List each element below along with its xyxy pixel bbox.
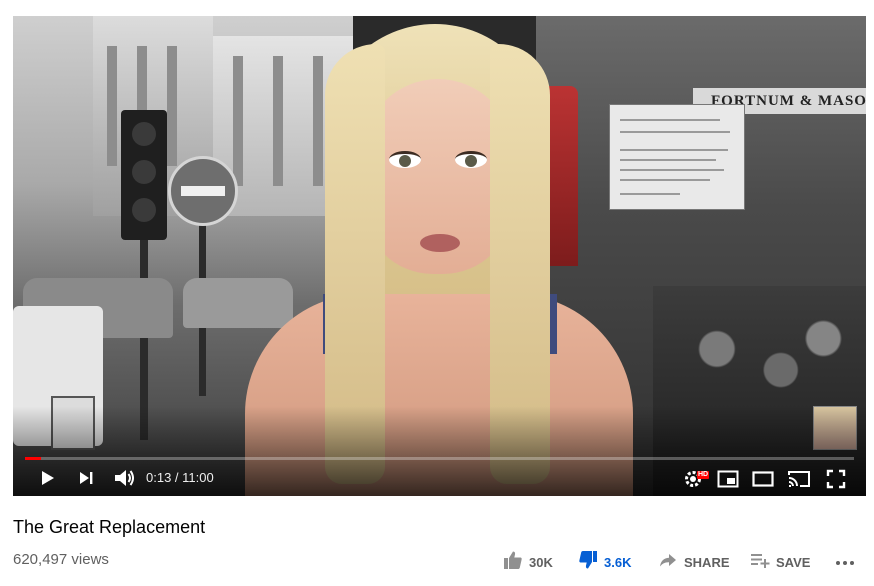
share-button[interactable]: SHARE: [658, 550, 730, 574]
like-count: 30K: [529, 554, 553, 570]
play-icon[interactable]: [37, 468, 57, 493]
dislike-count: 3.6K: [604, 554, 632, 570]
video-player[interactable]: FORTNUM & MASON 0:13 / 11:00 HD: [13, 16, 866, 496]
traffic-light: [121, 110, 167, 240]
next-icon[interactable]: [77, 469, 95, 492]
view-count: 620,497 views: [13, 551, 109, 568]
no-entry-sign: [168, 156, 238, 226]
time-display: 0:13 / 11:00: [146, 470, 214, 485]
thumbs-up-icon: [503, 550, 523, 575]
save-button[interactable]: SAVE: [750, 550, 810, 574]
share-icon: [658, 550, 678, 575]
playlist-add-icon: [750, 550, 770, 575]
theater-icon[interactable]: [752, 471, 774, 492]
like-button[interactable]: 30K: [503, 550, 553, 574]
miniplayer-icon[interactable]: [717, 470, 739, 493]
dislike-button[interactable]: 3.6K: [578, 550, 631, 574]
fullscreen-icon[interactable]: [826, 469, 846, 494]
more-actions-button[interactable]: [834, 550, 856, 574]
video-title: The Great Replacement: [13, 517, 206, 537]
share-label: SHARE: [684, 554, 730, 570]
hd-badge: HD: [697, 471, 710, 479]
thumbs-down-icon: [578, 550, 598, 575]
save-label: SAVE: [776, 554, 811, 570]
player-controls: 0:13 / 11:00 HD: [13, 460, 866, 496]
settings-icon[interactable]: HD: [683, 469, 710, 494]
volume-icon[interactable]: [113, 467, 137, 494]
cast-icon[interactable]: [787, 470, 811, 493]
more-horiz-icon: [834, 550, 856, 575]
